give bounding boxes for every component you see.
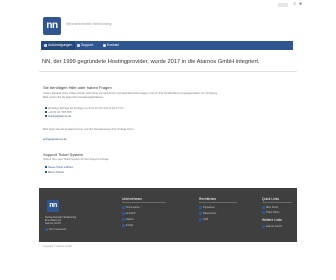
- footer-imprint-link[interactable]: Zum Impressum: [45, 228, 66, 232]
- footer-col3-title: Quick Links: [262, 197, 280, 201]
- footer-col1-item: E-Mail:: [122, 224, 133, 228]
- envelope-icon: [45, 115, 47, 118]
- footer-col1-text: Telefon:: [126, 218, 135, 222]
- footer-col1-title: Unternehmen: [122, 197, 142, 201]
- ticket-icon: [77, 43, 80, 47]
- footer-col1-item: Anschrift:: [122, 212, 136, 216]
- site-footer: [39, 188, 297, 242]
- contact-phone: +49 (0) 40 / 555 555: [45, 111, 71, 115]
- footer-col1-text: Firmenname:: [126, 206, 141, 210]
- help-paragraph: Unser Helpdesk (bzw. Ticket-Center) steh…: [43, 92, 218, 95]
- site-header: nn Netzwerkreseller Webhosting: [0, 8, 336, 38]
- open-ticket-link[interactable]: Neues Ticket eröffnen: [45, 166, 73, 170]
- nav-item-label: Kontakt: [107, 43, 119, 47]
- logo-letters: nn: [46, 20, 58, 31]
- footer-col2-text: Datenschutz: [203, 212, 217, 216]
- hero-banner: NN, der 1999 gegründete Hostingprovider,…: [39, 53, 297, 72]
- nav-item-contact[interactable]: Kontakt: [103, 41, 119, 50]
- envelope-icon: [122, 224, 125, 227]
- footer-col3-rule: [262, 202, 292, 203]
- arrow-icon: [262, 206, 265, 209]
- arrow-icon: [45, 228, 48, 231]
- footer-col2-link[interactable]: Datenschutz: [199, 212, 216, 216]
- help-paragraph-3: Bitte fügen Sie die Kundennummer und den…: [43, 128, 135, 131]
- footer-col1-text: E-Mail:: [126, 224, 134, 228]
- footer-col1-rule: [122, 202, 166, 203]
- help-paragraph-2: Bitte nutzen Sie die folgenden Kontaktmö…: [43, 96, 104, 99]
- footer-col1-item: Telefon:: [122, 218, 134, 222]
- nav-item-announcements[interactable]: Ankündigungen: [41, 41, 76, 50]
- footer-col3b-text: Atarnos GmbH: [266, 225, 282, 229]
- top-utility-bar: ⌕ ●: [0, 0, 336, 8]
- ticket-section-title: Support Ticket System: [43, 152, 84, 157]
- contact-email-text: hosting@atarnos.de: [48, 115, 72, 118]
- nav-item-support[interactable]: Support: [77, 41, 93, 50]
- contact-email-link[interactable]: hosting@atarnos.de: [45, 115, 71, 119]
- main-navigation: Ankündigungen Support Kontakt: [41, 41, 293, 50]
- footer-col3b-title: Weitere Links: [262, 218, 282, 222]
- footer-col2-link[interactable]: AGB: [199, 218, 208, 222]
- lock-icon: [199, 212, 202, 215]
- my-tickets-text: Meine Tickets: [48, 171, 64, 174]
- ticket-paragraph: Nutzen Sie unser Ticket-System für Ihre …: [43, 158, 110, 161]
- arrow-icon: [262, 211, 265, 214]
- footer-col3-link[interactable]: Ticket öffnen: [262, 211, 280, 215]
- footer-col3-text: Mein Konto: [266, 206, 279, 210]
- footer-about-line: Atarnos GmbH: [45, 222, 61, 225]
- footer-col3-link[interactable]: Mein Konto: [262, 206, 278, 210]
- building-icon: [122, 206, 125, 209]
- doc-icon: [199, 206, 202, 209]
- footer-col3-text: Ticket öffnen: [266, 211, 280, 215]
- footer-logo-letters: nn: [49, 202, 57, 209]
- footer-col2-text: Impressum: [203, 206, 215, 210]
- plus-icon: [45, 166, 47, 169]
- footer-imprint-text: Zum Impressum: [49, 228, 67, 232]
- map-pin-icon: [122, 212, 125, 215]
- hero-text: NN, der 1999 gegründete Hostingprovider,…: [42, 59, 260, 65]
- copyright-text: Copyright © Atarnos GmbH: [43, 245, 72, 248]
- footer-col1-text: Anschrift:: [126, 212, 136, 216]
- footer-logo[interactable]: nn: [47, 200, 59, 212]
- clock-icon: [45, 107, 47, 110]
- footer-col2-text: AGB: [203, 218, 209, 222]
- nav-item-label: Ankündigungen: [48, 43, 73, 47]
- phone-icon: [122, 218, 125, 221]
- brand-logo[interactable]: nn: [43, 17, 61, 35]
- footer-col2-rule: [199, 202, 237, 203]
- inquiry-email-link[interactable]: anfrage@atarnos.de: [43, 138, 67, 142]
- list-icon: [45, 171, 47, 174]
- nav-item-label: Support: [81, 43, 94, 47]
- arrow-icon: [262, 225, 265, 228]
- footer-col2-title: Rechtliches: [199, 197, 217, 201]
- phone-icon: [45, 111, 47, 114]
- my-tickets-link[interactable]: Meine Tickets: [45, 171, 64, 175]
- user-icon[interactable]: ●: [299, 1, 302, 7]
- footer-col1-item: Firmenname:: [122, 206, 140, 210]
- brand-tagline: Netzwerkreseller Webhosting: [66, 22, 112, 26]
- open-ticket-text: Neues Ticket eröffnen: [48, 166, 74, 169]
- language-selector[interactable]: [278, 3, 288, 7]
- megaphone-icon: [44, 43, 47, 47]
- footer-col2-link[interactable]: Impressum: [199, 206, 215, 210]
- envelope-icon: [103, 43, 106, 47]
- contact-hours-text: Werktags (Montag bis Freitag) von 9 bis …: [48, 107, 124, 110]
- doc-icon: [199, 218, 202, 221]
- search-icon[interactable]: ⌕: [293, 1, 296, 7]
- footer-col3b-link[interactable]: Atarnos GmbH: [262, 225, 282, 229]
- contact-hours: Werktags (Montag bis Freitag) von 9 bis …: [45, 107, 124, 111]
- contact-phone-text: +49 (0) 40 / 555 555: [48, 111, 72, 114]
- help-section-title: Sie benötigen Hilfe oder haben Fragen: [43, 85, 112, 90]
